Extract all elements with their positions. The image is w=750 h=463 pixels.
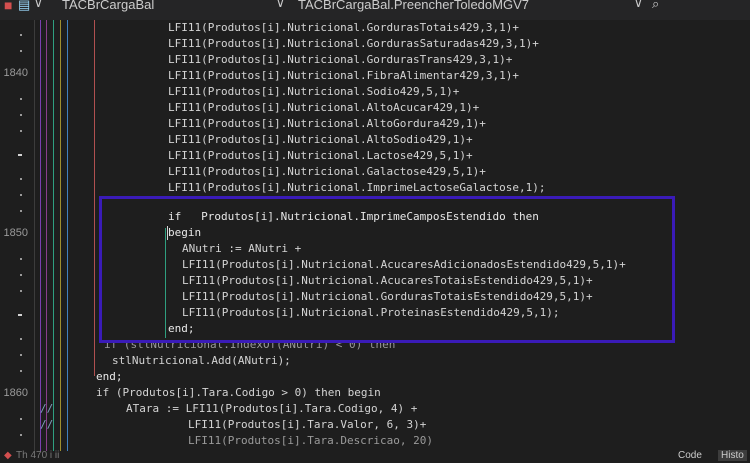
gutter-dot xyxy=(20,418,22,420)
code-line: LFI11(Produtos[i].Nutricional.GordurasSa… xyxy=(168,37,539,50)
gutter-divider xyxy=(34,20,35,451)
tab-history[interactable]: Histo xyxy=(718,450,747,461)
gutter-dot xyxy=(20,98,22,100)
code-line: stlNutricional.Add(ANutri); xyxy=(112,354,291,367)
comment-marker: // xyxy=(40,418,54,431)
gutter-dot xyxy=(20,178,22,180)
gutter-dot xyxy=(20,434,22,436)
code-line: LFI11(Produtos[i].Tara.Descricao, 20) xyxy=(188,434,434,447)
code-line: LFI11(Produtos[i].Tara.Valor, 6, 3)+ xyxy=(188,418,427,431)
app-icon: ■ xyxy=(4,0,13,13)
editor-toolbar: ■ ▤ ∨ TACBrCargaBal ∨ TACBrCargaBal.Pree… xyxy=(0,0,750,20)
structure-guide xyxy=(67,20,68,451)
code-line: LFI11(Produtos[i].Nutricional.Galactose4… xyxy=(168,165,486,178)
code-line: LFI11(Produtos[i].Nutricional.GordurasTr… xyxy=(168,53,513,66)
line-number: 1840 xyxy=(3,67,28,79)
code-line: LFI11(Produtos[i].Nutricional.Sodio429,5… xyxy=(168,85,460,98)
search-icon[interactable]: ⌕ xyxy=(652,0,659,12)
code-line: LFI11(Produtos[i].Nutricional.AltoGordur… xyxy=(168,117,486,130)
line-number: 1860 xyxy=(3,387,28,399)
gutter-dot xyxy=(20,210,22,212)
structure-guide xyxy=(53,20,54,451)
code-line: LFI11(Produtos[i].Nutricional.Lactose429… xyxy=(168,149,473,162)
structure-guide xyxy=(60,20,61,451)
code-line: ATara := LFI11(Produtos[i].Tara.Codigo, … xyxy=(126,402,418,415)
error-icon: ◆ xyxy=(4,450,12,461)
unit-selector[interactable]: TACBrCargaBal xyxy=(62,0,154,12)
code-line: LFI11(Produtos[i].Nutricional.ImprimeLac… xyxy=(168,181,546,194)
highlight-box xyxy=(99,196,675,343)
code-line: LFI11(Produtos[i].Nutricional.AltoAcucar… xyxy=(168,101,480,114)
structure-guide xyxy=(46,20,47,451)
modified-line-marker xyxy=(18,154,22,156)
method-breadcrumb[interactable]: TACBrCargaBal.PreencherToledoMGV7 xyxy=(298,0,529,12)
structure-guide xyxy=(40,20,41,451)
line-number: 1850 xyxy=(3,227,28,239)
gutter-dot xyxy=(20,34,22,36)
code-line: if (Produtos[i].Tara.Codigo > 0) then be… xyxy=(96,386,381,399)
file-icon: ▤ xyxy=(18,0,31,12)
chevron-down-icon[interactable]: ∨ xyxy=(34,0,43,10)
gutter-dot xyxy=(20,290,22,292)
gutter-dot xyxy=(20,50,22,52)
gutter-dot xyxy=(20,194,22,196)
gutter-dot xyxy=(20,274,22,276)
tab-code[interactable]: Code xyxy=(678,450,702,461)
comment-marker: // xyxy=(40,402,54,415)
gutter-dot xyxy=(20,258,22,260)
code-line: end; xyxy=(96,370,123,383)
gutter-dot xyxy=(20,130,22,132)
status-text: Th 470 i ii xyxy=(16,450,60,461)
status-bar: ◆ Th 470 i ii Code Histo xyxy=(0,450,750,463)
structure-guide xyxy=(94,20,95,376)
code-editor[interactable]: 1840 1850 1860 LFI11(Produtos[i].Nutrici… xyxy=(0,20,750,451)
chevron-down-icon[interactable]: ∨ xyxy=(634,0,643,10)
gutter-dot xyxy=(20,114,22,116)
chevron-down-icon[interactable]: ∨ xyxy=(276,0,285,10)
code-line: LFI11(Produtos[i].Nutricional.FibraAlime… xyxy=(168,69,519,82)
code-line: LFI11(Produtos[i].Nutricional.AltoSodio4… xyxy=(168,133,473,146)
gutter-dot xyxy=(20,354,22,356)
code-line: LFI11(Produtos[i].Nutricional.GordurasTo… xyxy=(168,21,519,34)
line-number-gutter: 1840 1850 1860 xyxy=(0,20,34,451)
gutter-dot xyxy=(20,338,22,340)
gutter-dot xyxy=(20,370,22,372)
modified-line-marker xyxy=(18,314,22,316)
